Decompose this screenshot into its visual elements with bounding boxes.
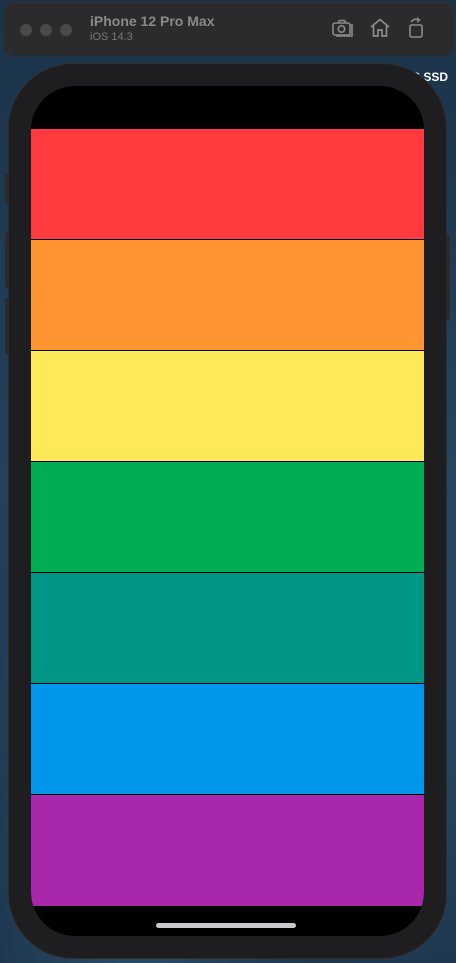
power-button[interactable] (446, 234, 450, 320)
home-icon[interactable] (368, 16, 392, 40)
volume-down-button[interactable] (5, 298, 9, 354)
red-stripe (31, 129, 424, 239)
rainbow-stripe-list (31, 129, 424, 906)
green-stripe (31, 462, 424, 572)
iphone-device-frame (5, 64, 450, 958)
blue-stripe (31, 684, 424, 794)
volume-up-button[interactable] (5, 232, 9, 288)
teal-stripe (31, 573, 424, 683)
rotate-icon[interactable] (404, 16, 428, 40)
mute-switch[interactable] (5, 174, 9, 204)
screenshot-icon[interactable] (330, 16, 354, 40)
device-screen[interactable] (31, 86, 424, 936)
os-version: iOS 14.3 (90, 31, 133, 43)
close-window-button[interactable] (20, 24, 32, 36)
orange-stripe (31, 240, 424, 350)
simulator-toolbar: iPhone 12 Pro Max iOS 14.3 (4, 2, 454, 56)
minimize-window-button[interactable] (40, 24, 52, 36)
yellow-stripe (31, 351, 424, 461)
notch (129, 86, 323, 116)
purple-stripe (31, 795, 424, 906)
device-name: iPhone 12 Pro Max (90, 13, 215, 29)
zoom-window-button[interactable] (60, 24, 72, 36)
home-indicator[interactable] (156, 923, 296, 928)
